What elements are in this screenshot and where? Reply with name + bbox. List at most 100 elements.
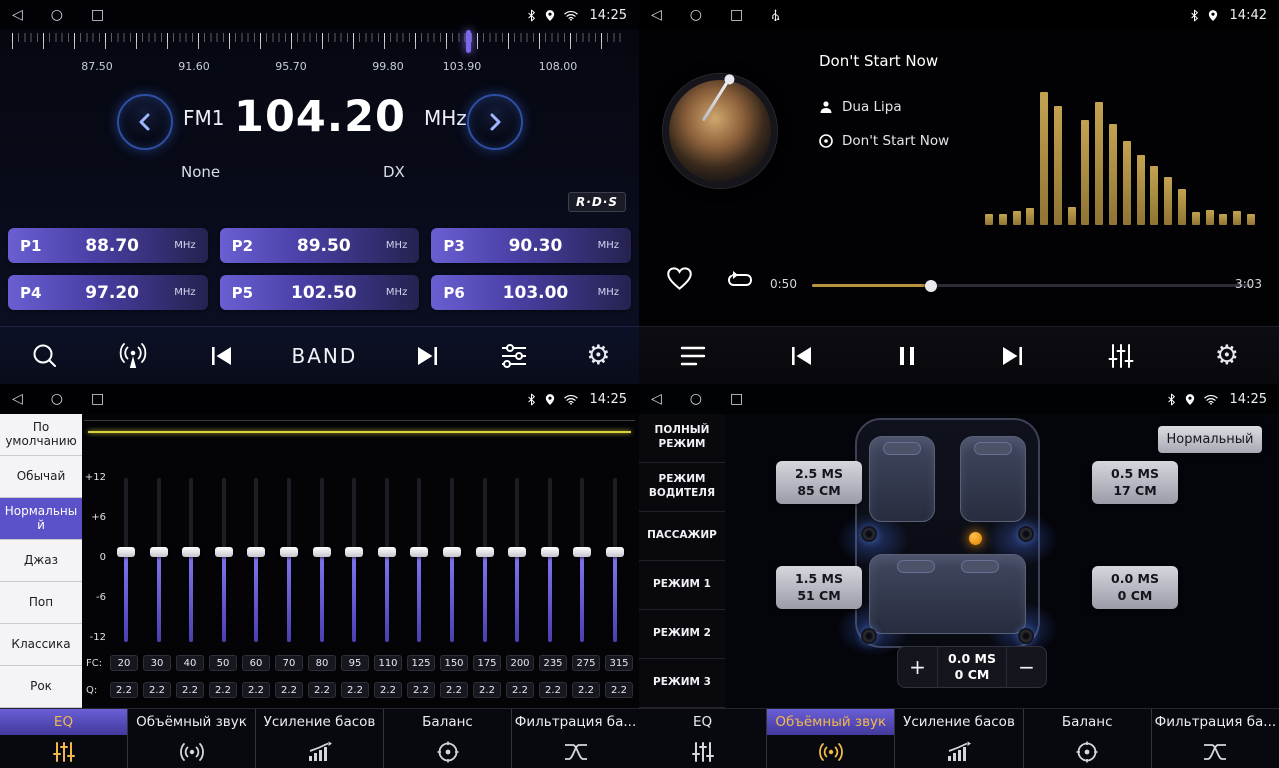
tab-eq[interactable]: EQ <box>0 709 127 768</box>
tune-down-button[interactable] <box>117 94 173 150</box>
profile-button[interactable]: Нормальный <box>1158 426 1262 453</box>
eq-band-slider[interactable] <box>373 478 401 642</box>
tab-bass-boost[interactable]: Усиление басов <box>894 709 1022 768</box>
eq-slider-handle[interactable] <box>573 547 591 557</box>
mode-item-full[interactable]: ПОЛНЫЙ РЕЖИМ <box>639 414 725 463</box>
eq-band-slider[interactable] <box>405 478 433 642</box>
eq-slider-handle[interactable] <box>247 547 265 557</box>
mode-item-driver[interactable]: РЕЖИМ ВОДИТЕЛЯ <box>639 463 725 512</box>
broadcast-icon[interactable] <box>116 341 150 371</box>
eq-slider-handle[interactable] <box>117 547 135 557</box>
preset-button-p1[interactable]: P1 88.70 MHz <box>8 228 208 263</box>
preset-button-p3[interactable]: P3 90.30 MHz <box>431 228 631 263</box>
tab-eq[interactable]: EQ <box>639 709 766 768</box>
equalizer-icon[interactable] <box>499 343 529 369</box>
eq-slider-handle[interactable] <box>508 547 526 557</box>
progress-knob[interactable] <box>925 280 937 292</box>
eq-band-slider[interactable] <box>471 478 499 642</box>
home-icon[interactable]: ○ <box>51 8 63 22</box>
next-icon[interactable] <box>414 344 442 368</box>
eq-slider-handle[interactable] <box>345 547 363 557</box>
home-icon[interactable]: ○ <box>51 392 63 406</box>
tune-up-button[interactable] <box>467 94 523 150</box>
home-icon[interactable]: ○ <box>690 8 702 22</box>
preset-item-jazz[interactable]: Джаз <box>0 540 82 582</box>
eq-band-slider[interactable] <box>177 478 205 642</box>
preset-item-classic[interactable]: Классика <box>0 624 82 666</box>
back-icon[interactable]: ◁ <box>651 8 662 22</box>
tab-balance[interactable]: Баланс <box>1023 709 1151 768</box>
back-icon[interactable]: ◁ <box>12 8 23 22</box>
tab-surround[interactable]: Объёмный звук <box>766 709 894 768</box>
back-icon[interactable]: ◁ <box>651 392 662 406</box>
previous-icon[interactable] <box>207 344 235 368</box>
eq-slider-handle[interactable] <box>215 547 233 557</box>
recents-icon[interactable]: □ <box>730 8 743 22</box>
mode-item-passenger[interactable]: ПАССАЖИР <box>639 512 725 561</box>
settings-gear-icon[interactable]: ⚙ <box>586 342 610 369</box>
eq-band-slider[interactable] <box>112 478 140 642</box>
eq-band-slider[interactable] <box>503 478 531 642</box>
home-icon[interactable]: ○ <box>690 392 702 406</box>
eq-band-slider[interactable] <box>568 478 596 642</box>
eq-band-slider[interactable] <box>438 478 466 642</box>
preset-button-p2[interactable]: P2 89.50 MHz <box>220 228 420 263</box>
eq-band-slider[interactable] <box>536 478 564 642</box>
delay-rear-right[interactable]: 0.0 MS 0 CM <box>1092 566 1178 609</box>
preset-item-rock[interactable]: Рок <box>0 666 82 708</box>
preset-button-p4[interactable]: P4 97.20 MHz <box>8 275 208 310</box>
tab-surround[interactable]: Объёмный звук <box>127 709 255 768</box>
mode-item-2[interactable]: РЕЖИМ 2 <box>639 610 725 659</box>
eq-slider-handle[interactable] <box>410 547 428 557</box>
eq-band-slider[interactable] <box>210 478 238 642</box>
progress-bar[interactable] <box>812 284 1252 287</box>
eq-band-slider[interactable] <box>275 478 303 642</box>
preset-item-pop[interactable]: Поп <box>0 582 82 624</box>
preset-button-p5[interactable]: P5 102.50 MHz <box>220 275 420 310</box>
eq-slider-handle[interactable] <box>443 547 461 557</box>
eq-slider-handle[interactable] <box>150 547 168 557</box>
preset-item-custom[interactable]: Обычай <box>0 456 82 498</box>
frequency-ruler[interactable] <box>12 33 625 51</box>
settings-gear-icon[interactable]: ⚙ <box>1215 342 1239 369</box>
mixer-icon[interactable] <box>1107 343 1135 369</box>
repeat-icon[interactable] <box>725 270 755 294</box>
delay-rear-left[interactable]: 1.5 MS 51 CM <box>776 566 862 609</box>
eq-band-slider[interactable] <box>601 478 629 642</box>
tab-filter[interactable]: Фильтрация ба... <box>511 709 639 768</box>
tab-balance[interactable]: Баланс <box>383 709 511 768</box>
decrease-button[interactable]: − <box>1006 647 1046 687</box>
eq-slider-handle[interactable] <box>541 547 559 557</box>
band-button[interactable]: BAND <box>292 344 358 368</box>
mode-item-3[interactable]: РЕЖИМ 3 <box>639 659 725 708</box>
increase-button[interactable]: + <box>898 647 938 687</box>
delay-front-right[interactable]: 0.5 MS 17 CM <box>1092 461 1178 504</box>
preset-item-default[interactable]: По умолчанию <box>0 414 82 456</box>
delay-front-left[interactable]: 2.5 MS 85 CM <box>776 461 862 504</box>
eq-band-slider[interactable] <box>340 478 368 642</box>
back-icon[interactable]: ◁ <box>12 392 23 406</box>
recents-icon[interactable]: □ <box>730 392 743 406</box>
favorite-heart-icon[interactable] <box>666 266 693 295</box>
tab-filter[interactable]: Фильтрация ба... <box>1151 709 1279 768</box>
eq-band-slider[interactable] <box>242 478 270 642</box>
eq-band-slider[interactable] <box>145 478 173 642</box>
tab-bass-boost[interactable]: Усиление басов <box>255 709 383 768</box>
playlist-icon[interactable] <box>679 344 707 368</box>
scan-icon[interactable] <box>29 341 59 371</box>
recents-icon[interactable]: □ <box>91 392 104 406</box>
eq-slider-handle[interactable] <box>182 547 200 557</box>
mode-item-1[interactable]: РЕЖИМ 1 <box>639 561 725 610</box>
recents-icon[interactable]: □ <box>91 8 104 22</box>
eq-band-slider[interactable] <box>308 478 336 642</box>
preset-item-normal[interactable]: Нормальный <box>0 498 82 540</box>
next-icon[interactable] <box>999 344 1027 368</box>
preset-button-p6[interactable]: P6 103.00 MHz <box>431 275 631 310</box>
previous-icon[interactable] <box>787 344 815 368</box>
eq-slider-handle[interactable] <box>280 547 298 557</box>
eq-slider-handle[interactable] <box>476 547 494 557</box>
pause-icon[interactable] <box>895 344 919 368</box>
tuning-cursor[interactable] <box>466 30 471 53</box>
eq-slider-handle[interactable] <box>378 547 396 557</box>
eq-slider-handle[interactable] <box>313 547 331 557</box>
